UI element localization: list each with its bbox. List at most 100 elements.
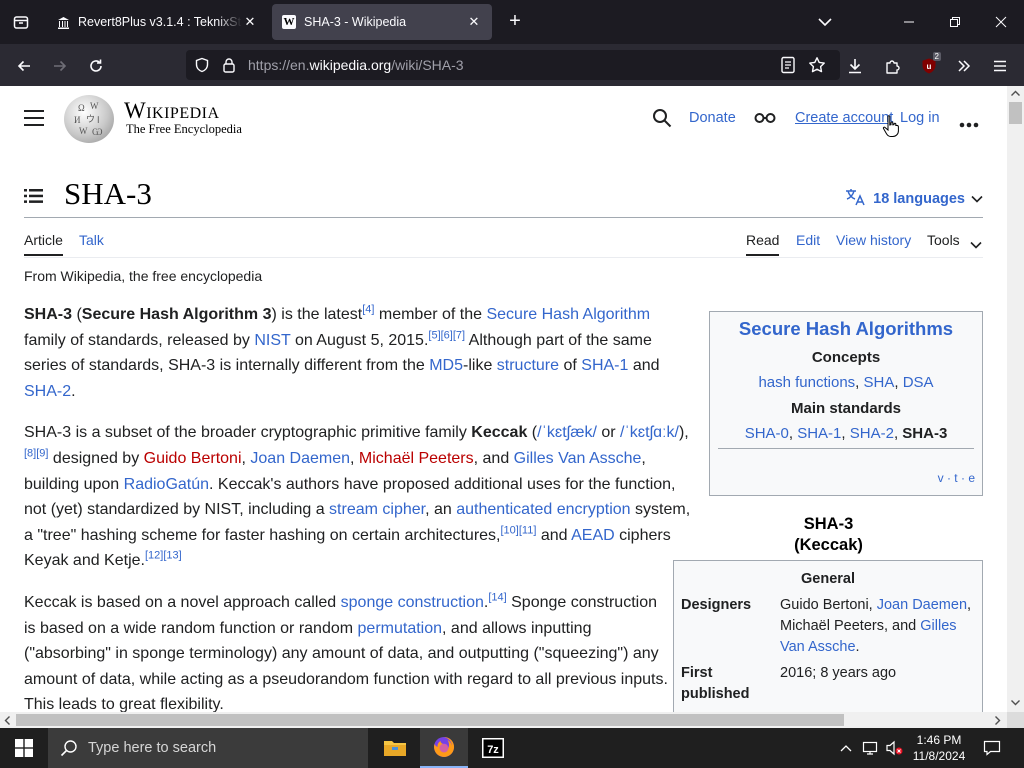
taskbar-search-box[interactable]: Type here to search [48,728,368,768]
citation-link[interactable]: [5] [428,329,440,341]
link-nist[interactable]: NIST [254,332,290,349]
tab-talk[interactable]: Talk [79,232,104,248]
vte-talk-link[interactable]: t [954,471,957,485]
tab-title: SHA-3 - Wikipedia [304,15,407,29]
url-text[interactable]: https://en.wikipedia.org/wiki/SHA-3 [248,57,464,73]
link-sha-0[interactable]: SHA-0 [745,425,789,442]
main-menu-icon[interactable] [24,110,44,126]
link-michael-peeters[interactable]: Michaël Peeters [359,450,474,467]
tab-article[interactable]: Article [24,232,63,256]
link-gilles-van-assche[interactable]: Gilles Van Assche [514,450,642,467]
notifications-icon[interactable] [978,728,1006,768]
appearance-glasses-icon[interactable] [754,111,776,130]
tab-edit[interactable]: Edit [796,232,820,248]
file-explorer-icon[interactable] [371,728,419,768]
link-permutation[interactable]: permutation [358,620,443,637]
close-window-button[interactable] [978,0,1024,44]
wikipedia-wordmark[interactable]: Wikipedia [124,98,220,124]
extensions-puzzle-icon[interactable] [879,52,907,80]
citation-link[interactable]: [11] [519,524,537,536]
new-tab-button[interactable]: + [503,10,527,34]
link-structure[interactable]: structure [497,357,559,374]
downloads-icon[interactable] [841,52,869,80]
tracking-protection-shield-icon[interactable] [194,57,210,78]
tab-tools[interactable]: Tools [927,232,960,248]
minimize-button[interactable] [886,0,932,44]
link-aead[interactable]: AEAD [571,527,615,544]
link-hash-functions[interactable]: hash functions [758,374,855,391]
forward-arrow-icon[interactable] [46,52,74,80]
clock[interactable]: 1:46 PM 11/8/2024 [906,732,972,764]
link-stream-cipher[interactable]: stream cipher [329,501,425,518]
table-of-contents-icon[interactable] [24,188,44,204]
back-arrow-icon[interactable] [10,52,38,80]
more-options-icon[interactable] [959,115,979,133]
ipa-link[interactable]: /ˈkɛtʃɑːk/ [620,424,679,441]
citation-link[interactable]: [12] [145,550,163,562]
link-joan-daemen-infobox[interactable]: Joan Daemen [877,597,967,613]
vertical-scroll-thumb[interactable] [1009,102,1022,124]
citation-link[interactable]: [14] [488,592,506,604]
link-md5[interactable]: MD5 [429,357,463,374]
citation-link[interactable]: [4] [362,304,374,316]
close-tab-icon[interactable]: ✕ [242,14,258,30]
overflow-chevrons-icon[interactable] [950,52,978,80]
bookmark-star-icon[interactable] [808,56,826,79]
link-sha1[interactable]: SHA-1 [581,357,628,374]
link-dsa[interactable]: DSA [903,374,934,391]
navbox-title[interactable]: Secure Hash Algorithms [710,318,982,340]
search-icon[interactable] [652,108,672,133]
tools-chevron-down-icon[interactable] [970,236,982,252]
windows-start-icon[interactable] [0,728,48,768]
link-radiogatun[interactable]: RadioGatún [124,476,209,493]
citation-link[interactable]: [7] [453,329,465,341]
infobox-caption-line1: SHA-3 [803,515,854,533]
tab-view-history[interactable]: View history [836,232,911,248]
close-tab-icon[interactable]: ✕ [466,14,482,30]
citation-link[interactable]: [8] [24,448,36,460]
create-account-link[interactable]: Create account [795,110,893,126]
link-sha[interactable]: SHA [864,374,895,391]
log-in-link[interactable]: Log in [900,110,940,126]
vte-edit-link[interactable]: e [968,471,975,485]
horizontal-scrollbar[interactable] [0,712,1007,728]
donate-link[interactable]: Donate [689,110,736,126]
citation-link[interactable]: [10] [501,524,519,536]
link-sha2[interactable]: SHA-2 [24,383,71,400]
vte-view-link[interactable]: v [938,471,944,485]
link-secure-hash-algorithm[interactable]: Secure Hash Algorithm [486,306,650,323]
citation-link[interactable]: [13] [163,550,181,562]
tab-list-icon[interactable] [0,0,42,44]
citation-link[interactable]: [6] [441,329,453,341]
wikipedia-globe-logo[interactable]: ΩWИウاWѠ [64,95,114,143]
7zip-icon[interactable]: 7z [469,728,517,768]
link-joan-daemen[interactable]: Joan Daemen [250,450,350,467]
ublock-origin-icon[interactable]: u 2 [915,52,943,80]
ipa-link[interactable]: /ˈkɛtʃæk/ [537,424,597,441]
link-guido-bertoni[interactable]: Guido Bertoni [144,450,242,467]
link-sha-2[interactable]: SHA-2 [850,425,894,442]
citation-link[interactable]: [9] [36,448,48,460]
reload-icon[interactable] [82,52,110,80]
restore-button[interactable] [932,0,978,44]
link-sha-1[interactable]: SHA-1 [797,425,841,442]
network-icon[interactable] [860,728,882,768]
lock-icon[interactable] [222,57,236,78]
horizontal-scroll-thumb[interactable] [16,714,844,726]
tab-read[interactable]: Read [746,232,780,256]
app-menu-icon[interactable] [986,52,1014,80]
volume-muted-icon[interactable] [884,728,906,768]
firefox-icon[interactable] [420,728,468,768]
show-hidden-icons-chevron-icon[interactable] [836,728,856,768]
svg-text:ا: ا [97,115,100,125]
reader-view-icon[interactable] [780,56,796,79]
link-authenticated-encryption[interactable]: authenticated encryption [456,501,630,518]
address-bar[interactable]: https://en.wikipedia.org/wiki/SHA-3 [186,50,840,80]
link-gilles-van-assche-infobox[interactable]: Gilles Van Assche [780,618,957,655]
link-sponge-construction[interactable]: sponge construction [341,594,484,611]
tab-revert8plus[interactable]: Revert8Plus v3.1.4 : TeknixStuff ✕ [46,4,268,40]
vertical-scrollbar[interactable] [1007,86,1024,712]
language-button[interactable]: 18 languages [845,188,983,210]
list-all-tabs-chevron-icon[interactable] [815,12,835,32]
tab-sha3-wikipedia[interactable]: W SHA-3 - Wikipedia ✕ [272,4,492,40]
